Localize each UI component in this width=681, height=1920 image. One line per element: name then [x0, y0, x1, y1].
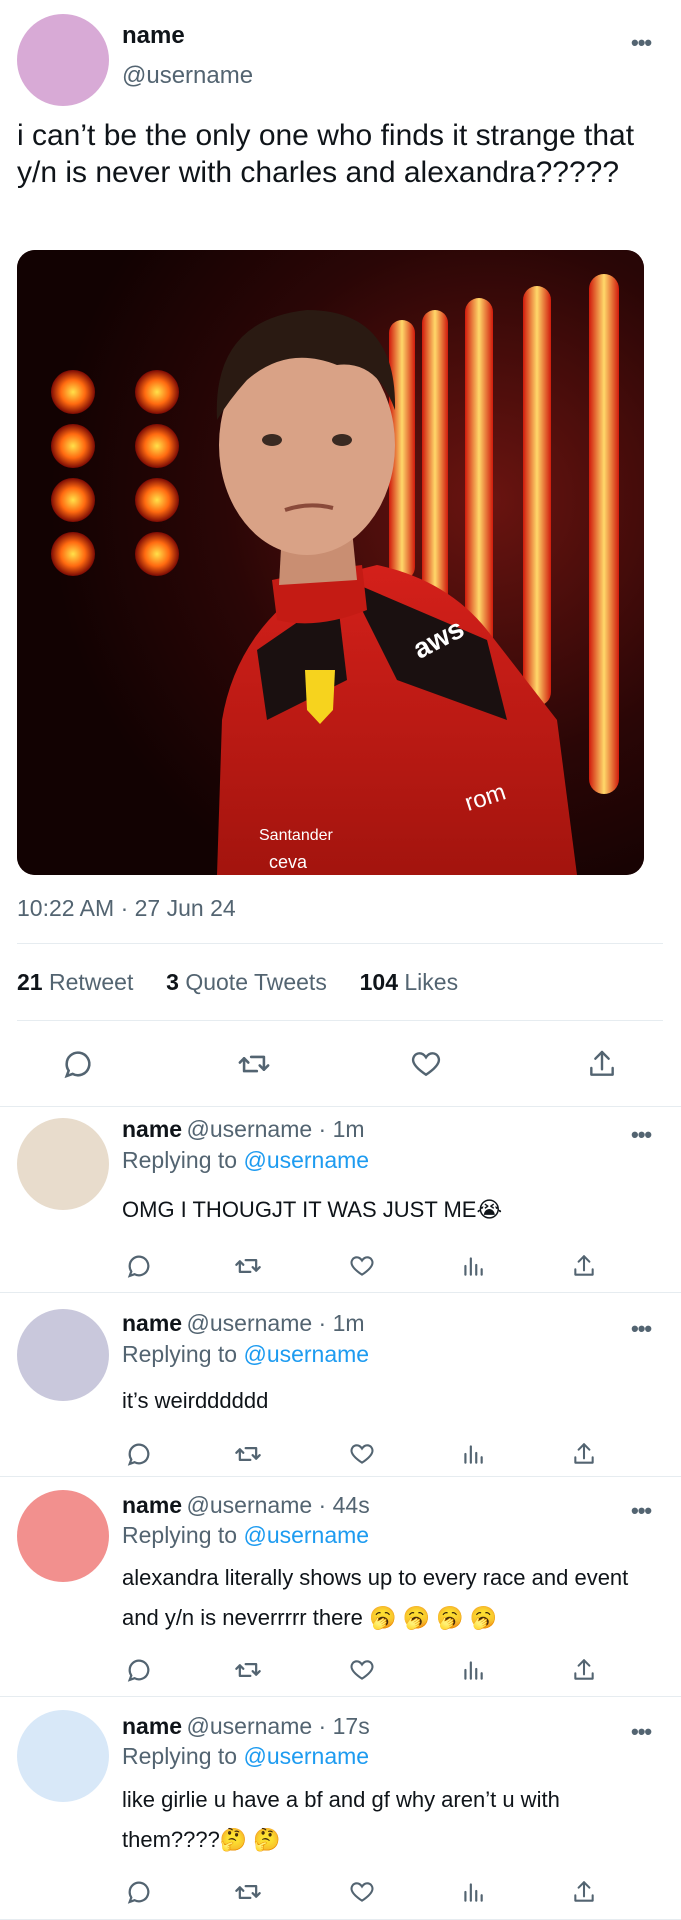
replying-to-link[interactable]: @username: [243, 1341, 369, 1367]
retweet-label: Retweet: [48, 969, 134, 995]
reply-text: like girlie u have a bf and gf why aren’…: [122, 1787, 560, 1852]
reply-icon[interactable]: [122, 1439, 156, 1469]
replying-to-link[interactable]: @username: [243, 1147, 369, 1173]
reply-author-name[interactable]: name: [122, 1713, 182, 1739]
divider: [0, 1292, 681, 1293]
divider: [17, 1020, 663, 1021]
retweet-icon[interactable]: [232, 1046, 276, 1082]
reply-header: name @username · 17s: [122, 1713, 370, 1740]
reply-avatar[interactable]: [17, 1309, 109, 1401]
retweet-stat[interactable]: 21 Retweet: [17, 969, 133, 995]
reply-icon[interactable]: [122, 1655, 156, 1685]
retweet-icon[interactable]: [230, 1655, 266, 1685]
more-options-icon[interactable]: •••: [631, 1124, 652, 1146]
reply-avatar[interactable]: [17, 1490, 109, 1582]
reply-meta: @username · 17s: [186, 1713, 370, 1739]
more-options-icon[interactable]: •••: [631, 32, 652, 54]
like-icon[interactable]: [345, 1655, 379, 1685]
share-icon[interactable]: [582, 1044, 622, 1084]
reply-author-name[interactable]: name: [122, 1116, 182, 1142]
quote-count: 3: [166, 969, 179, 995]
tweet-timestamp[interactable]: 10:22 AM · 27 Jun 24: [17, 895, 236, 922]
likes-stat[interactable]: 104 Likes: [360, 969, 458, 995]
analytics-icon[interactable]: [456, 1251, 490, 1281]
more-options-icon[interactable]: •••: [631, 1500, 652, 1522]
replying-to: Replying to @username: [122, 1522, 369, 1549]
divider: [0, 1476, 681, 1477]
replying-to-link[interactable]: @username: [243, 1522, 369, 1548]
photo-sponsor-2: Santander: [259, 827, 334, 844]
photo-sponsor-3: ceva: [269, 852, 308, 872]
reply-text: alexandra literally shows up to every ra…: [122, 1565, 629, 1630]
replying-to: Replying to @username: [122, 1147, 369, 1174]
replying-to: Replying to @username: [122, 1341, 369, 1368]
retweet-icon[interactable]: [230, 1251, 266, 1281]
like-icon[interactable]: [345, 1877, 379, 1907]
likes-count: 104: [359, 969, 398, 995]
analytics-icon[interactable]: [456, 1655, 490, 1685]
photo-illustration: aws Santander ceva rom: [17, 250, 644, 875]
like-icon[interactable]: [345, 1439, 379, 1469]
share-icon[interactable]: [567, 1655, 601, 1685]
like-icon[interactable]: [406, 1046, 446, 1082]
divider: [17, 943, 663, 944]
author-avatar[interactable]: [17, 14, 109, 106]
share-icon[interactable]: [567, 1877, 601, 1907]
quote-stat[interactable]: 3 Quote Tweets: [166, 969, 327, 995]
reply-meta: @username · 1m: [186, 1116, 365, 1142]
author-handle[interactable]: @username: [122, 62, 253, 90]
replying-to: Replying to @username: [122, 1743, 369, 1770]
retweet-count: 21: [17, 969, 43, 995]
analytics-icon[interactable]: [456, 1877, 490, 1907]
reply-text: OMG I THOUGJT IT WAS JUST ME😭: [122, 1197, 503, 1222]
replying-to-link[interactable]: @username: [243, 1743, 369, 1769]
reply-icon[interactable]: [122, 1251, 156, 1281]
like-icon[interactable]: [345, 1251, 379, 1281]
reply-avatar[interactable]: [17, 1118, 109, 1210]
replying-to-label: Replying to: [122, 1147, 244, 1173]
retweet-icon[interactable]: [230, 1439, 266, 1469]
reply-header: name @username · 1m: [122, 1116, 365, 1143]
likes-label: Likes: [404, 969, 459, 995]
reply-text: it’s weirdddddd: [122, 1388, 269, 1413]
reply-meta: @username · 1m: [186, 1310, 365, 1336]
reply-icon[interactable]: [122, 1877, 156, 1907]
divider: [0, 1696, 681, 1697]
reply-icon[interactable]: [58, 1046, 98, 1082]
more-options-icon[interactable]: •••: [631, 1721, 652, 1743]
quote-label: Quote Tweets: [185, 969, 327, 995]
analytics-icon[interactable]: [456, 1439, 490, 1469]
tweet-photo[interactable]: aws Santander ceva rom: [17, 250, 644, 875]
replying-to-label: Replying to: [122, 1743, 244, 1769]
author-name[interactable]: name: [122, 22, 185, 50]
retweet-icon[interactable]: [230, 1877, 266, 1907]
reply-header: name @username · 44s: [122, 1492, 370, 1519]
replying-to-label: Replying to: [122, 1341, 244, 1367]
tweet-text: i can’t be the only one who finds it str…: [17, 119, 635, 189]
replying-to-label: Replying to: [122, 1522, 244, 1548]
share-icon[interactable]: [567, 1439, 601, 1469]
reply-header: name @username · 1m: [122, 1310, 365, 1337]
more-options-icon[interactable]: •••: [631, 1318, 652, 1340]
divider: [0, 1106, 681, 1107]
reply-author-name[interactable]: name: [122, 1310, 182, 1336]
reply-meta: @username · 44s: [186, 1492, 370, 1518]
tweet-stats: 21 Retweet 3 Quote Tweets 104 Likes: [17, 969, 458, 996]
reply-avatar[interactable]: [17, 1710, 109, 1802]
share-icon[interactable]: [567, 1251, 601, 1281]
reply-author-name[interactable]: name: [122, 1492, 182, 1518]
